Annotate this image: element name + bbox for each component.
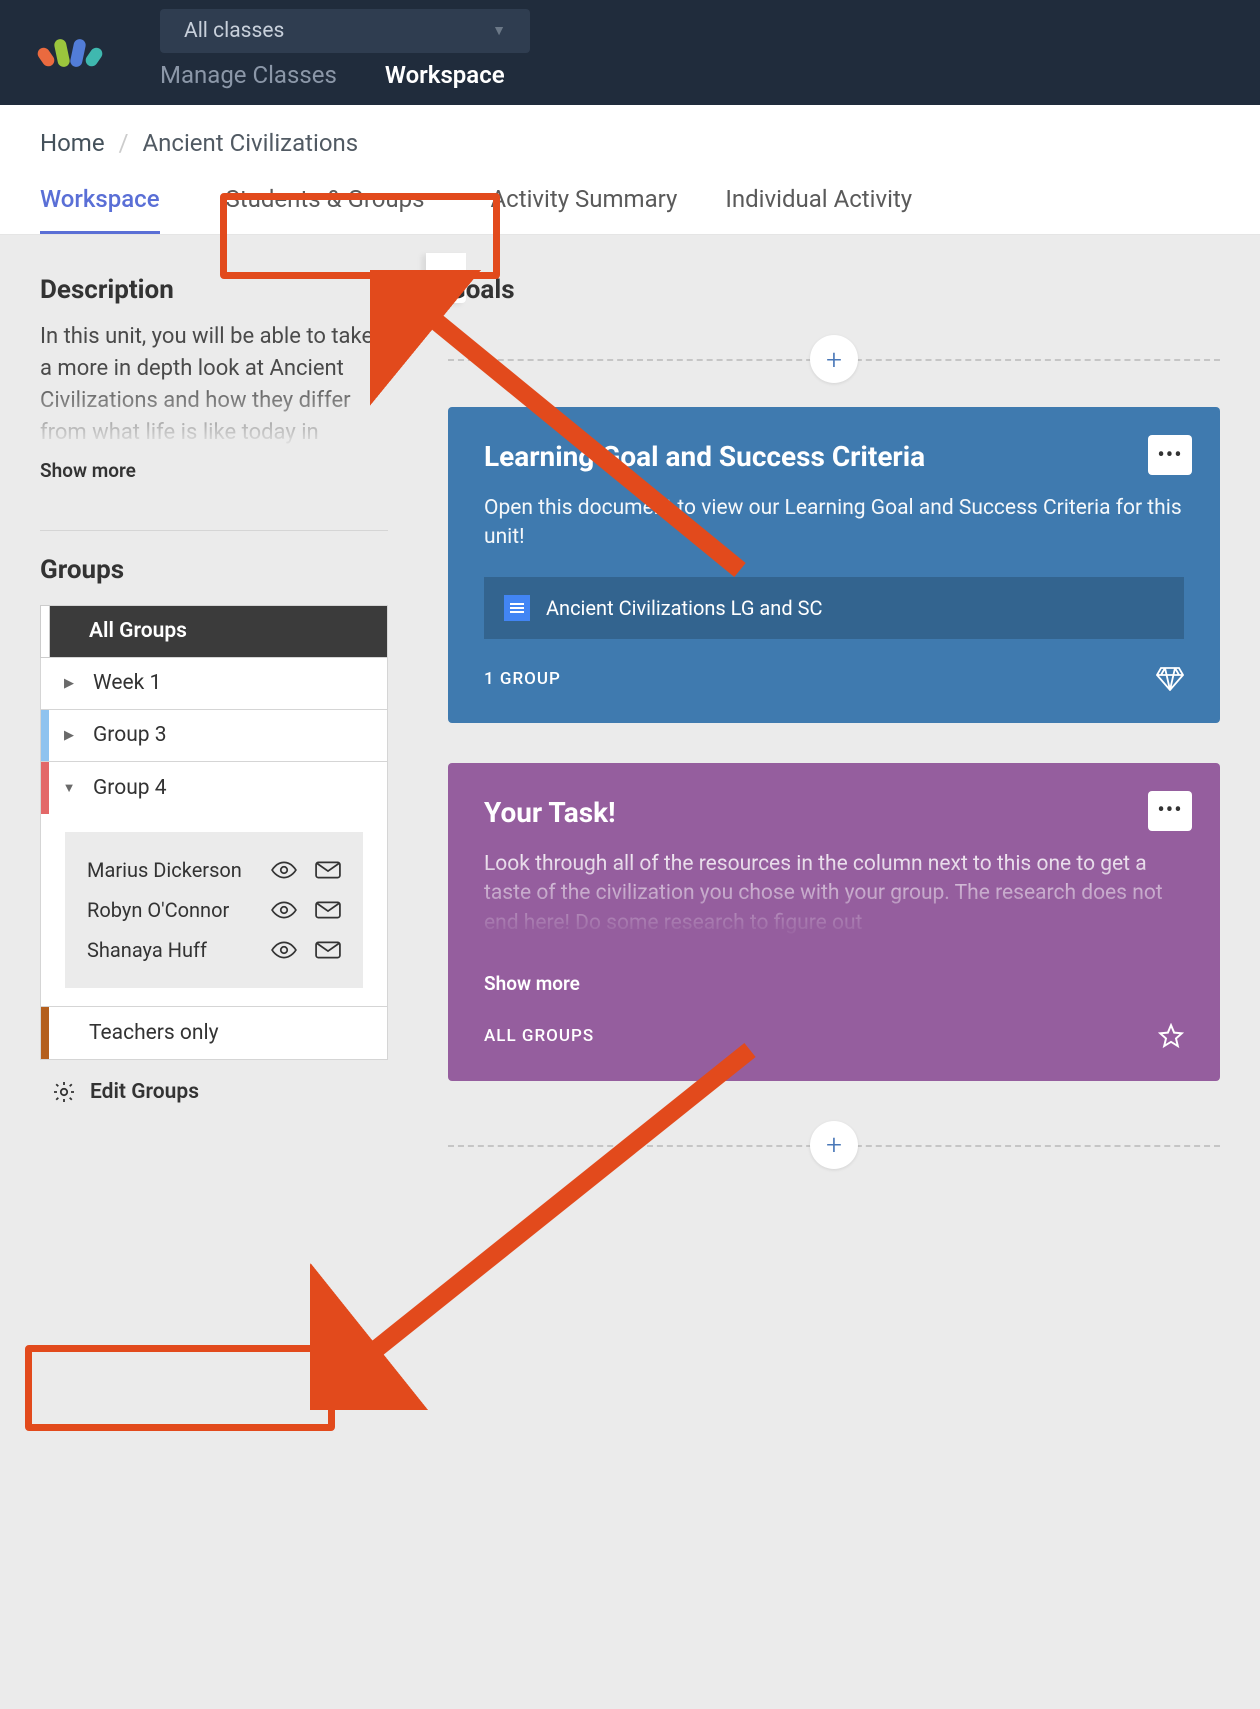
card-attachment[interactable]: Ancient Civilizations LG and SC [484,577,1184,639]
eye-icon[interactable] [271,940,297,960]
card-title: Your Task! [484,795,1184,830]
diamond-icon [1156,667,1184,691]
eye-icon[interactable] [271,860,297,880]
card-body: Look through all of the resources in the… [484,850,1184,938]
group-label: Week 1 [89,671,161,695]
breadcrumb-separator: / [119,129,129,157]
member-row: Robyn O'Connor [87,890,341,930]
chevron-down-icon: ▼ [49,780,89,796]
goals-title: Goals [448,275,1220,305]
logo-petal [53,38,71,68]
card-body: Open this document to view our Learning … [484,494,1184,553]
nav-tab-manage-classes[interactable]: Manage Classes [160,61,337,89]
member-name: Marius Dickerson [87,858,242,882]
group-label: Group 3 [89,723,167,747]
groups-list: All Groups ▶ Week 1 ▶ Group 3 ▼ Group 4 [40,605,388,1060]
subheader: Home / Ancient Civilizations Workspace S… [0,105,1260,235]
card-footer-label: ALL GROUPS [484,1026,594,1046]
class-selector-dropdown[interactable]: All classes ▼ [160,9,530,53]
mail-icon[interactable] [315,940,341,960]
tab-activity-summary[interactable]: Activity Summary [491,185,678,234]
logo-petal [35,45,56,68]
description-text: In this unit, you will be able to take a… [40,321,388,449]
chevron-down-icon: ▼ [492,22,506,39]
eye-icon[interactable] [271,900,297,920]
groups-title: Groups [40,555,388,585]
main-column: Goals + ••• Learning Goal and Success Cr… [408,235,1260,1709]
show-more-link[interactable]: Show more [484,972,580,995]
group-item-all[interactable]: All Groups [41,606,387,658]
breadcrumb-home[interactable]: Home [40,129,105,157]
tab-workspace[interactable]: Workspace [40,185,160,234]
page-tabs: Workspace Students & Groups Activity Sum… [40,185,1220,234]
tab-students-groups[interactable]: Students & Groups [208,185,443,234]
logo [40,39,100,67]
star-icon [1158,1023,1184,1049]
group-item-group3[interactable]: ▶ Group 3 [41,710,387,762]
logo-petal [69,38,87,68]
top-navbar: All classes ▼ Manage Classes Workspace [0,0,1260,105]
card-menu-button[interactable]: ••• [1148,791,1192,831]
logo-petal [83,45,104,68]
member-row: Marius Dickerson [87,850,341,890]
add-button[interactable]: + [810,335,858,383]
group-label: Teachers only [49,1021,219,1045]
document-icon [504,595,530,621]
card-title: Learning Goal and Success Criteria [484,439,1184,474]
member-row: Shanaya Huff [87,930,341,970]
goal-card[interactable]: ••• Learning Goal and Success Criteria O… [448,407,1220,723]
mail-icon[interactable] [315,860,341,880]
breadcrumb-current: Ancient Civilizations [143,129,359,157]
group-item-teachers-only[interactable]: Teachers only [41,1007,387,1059]
card-footer-label: 1 GROUP [484,669,561,689]
add-row: + [448,335,1220,383]
add-row: + [448,1121,1220,1169]
group-label: All Groups [49,619,187,643]
chevron-right-icon: ▶ [49,676,89,691]
tab-individual-activity[interactable]: Individual Activity [725,185,912,234]
mail-icon[interactable] [315,900,341,920]
breadcrumb: Home / Ancient Civilizations [40,129,1220,157]
add-button[interactable]: + [810,1121,858,1169]
description-title: Description [40,275,388,305]
attachment-name: Ancient Civilizations LG and SC [546,596,822,620]
sidebar: Description In this unit, you will be ab… [0,235,408,1709]
group-label: Group 4 [89,776,167,800]
nav-tab-workspace[interactable]: Workspace [385,61,505,89]
edit-groups-button[interactable]: Edit Groups [40,1060,388,1124]
group-item-week1[interactable]: ▶ Week 1 [41,658,387,710]
member-name: Shanaya Huff [87,938,207,962]
chevron-right-icon: ▶ [49,728,89,743]
edit-groups-label: Edit Groups [90,1080,199,1104]
goal-card[interactable]: ••• Your Task! Look through all of the r… [448,763,1220,1081]
group-item-group4[interactable]: ▼ Group 4 [41,762,387,814]
gear-icon [52,1080,76,1104]
group-members-panel: Marius Dickerson Robyn O'Connor [41,814,387,1007]
member-name: Robyn O'Connor [87,898,229,922]
card-menu-button[interactable]: ••• [1148,435,1192,475]
class-selector-label: All classes [184,19,284,43]
show-more-link[interactable]: Show more [40,459,136,482]
